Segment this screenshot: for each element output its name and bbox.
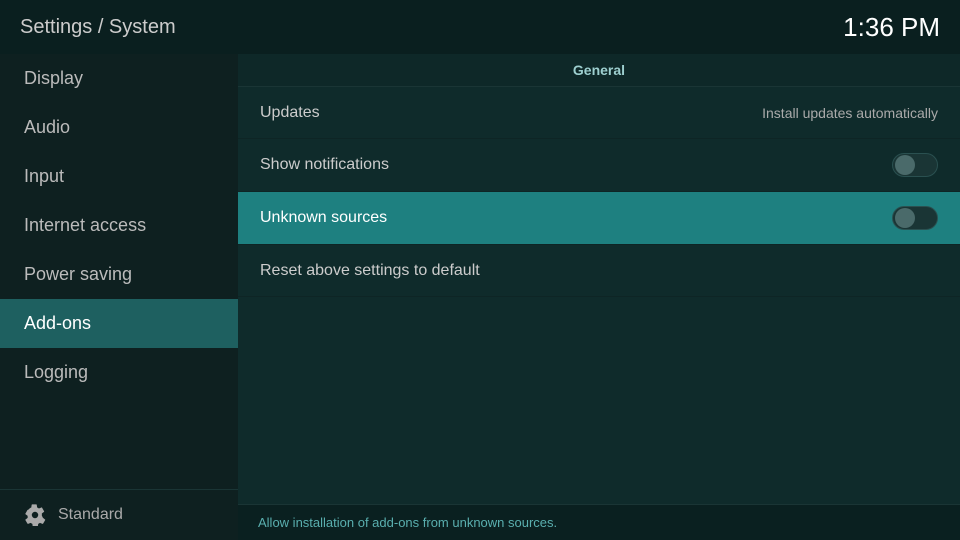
section-label: General <box>238 54 960 87</box>
level-label: Standard <box>58 506 123 524</box>
toggle-knob <box>895 208 915 228</box>
content-area: General Updates Install updates automati… <box>238 54 960 540</box>
status-bar: Allow installation of add-ons from unkno… <box>238 504 960 540</box>
sidebar-item-label: Logging <box>24 362 88 383</box>
sidebar: Display Audio Input Internet access Powe… <box>0 54 238 540</box>
sidebar-item-input[interactable]: Input <box>0 152 238 201</box>
sidebar-item-label: Display <box>24 68 83 89</box>
sidebar-item-label: Audio <box>24 117 70 138</box>
header: Settings / System 1:36 PM <box>0 0 960 54</box>
sidebar-bottom[interactable]: Standard <box>0 489 238 540</box>
settings-list: Updates Install updates automatically Sh… <box>238 87 960 504</box>
sidebar-item-logging[interactable]: Logging <box>0 348 238 397</box>
clock: 1:36 PM <box>843 12 940 43</box>
sidebar-item-internet-access[interactable]: Internet access <box>0 201 238 250</box>
gear-icon <box>24 504 46 526</box>
sidebar-item-label: Internet access <box>24 215 146 236</box>
setting-value-updates: Install updates automatically <box>762 105 938 121</box>
setting-row-reset[interactable]: Reset above settings to default <box>238 245 960 297</box>
sidebar-spacer <box>0 397 238 489</box>
setting-label-show-notifications: Show notifications <box>260 156 389 174</box>
sidebar-item-display[interactable]: Display <box>0 54 238 103</box>
sidebar-item-audio[interactable]: Audio <box>0 103 238 152</box>
setting-row-unknown-sources[interactable]: Unknown sources <box>238 192 960 245</box>
setting-label-updates: Updates <box>260 104 320 122</box>
setting-label-reset: Reset above settings to default <box>260 262 480 280</box>
toggle-unknown-sources[interactable] <box>892 206 938 230</box>
sidebar-item-add-ons[interactable]: Add-ons <box>0 299 238 348</box>
sidebar-item-label: Power saving <box>24 264 132 285</box>
sidebar-item-power-saving[interactable]: Power saving <box>0 250 238 299</box>
setting-label-unknown-sources: Unknown sources <box>260 209 387 227</box>
setting-row-updates[interactable]: Updates Install updates automatically <box>238 87 960 139</box>
status-text: Allow installation of add-ons from unkno… <box>258 515 557 530</box>
sidebar-item-label: Input <box>24 166 64 187</box>
toggle-show-notifications[interactable] <box>892 153 938 177</box>
page-title: Settings / System <box>20 16 176 39</box>
setting-row-show-notifications[interactable]: Show notifications <box>238 139 960 192</box>
main-layout: Display Audio Input Internet access Powe… <box>0 54 960 540</box>
sidebar-item-label: Add-ons <box>24 313 91 334</box>
toggle-knob <box>895 155 915 175</box>
